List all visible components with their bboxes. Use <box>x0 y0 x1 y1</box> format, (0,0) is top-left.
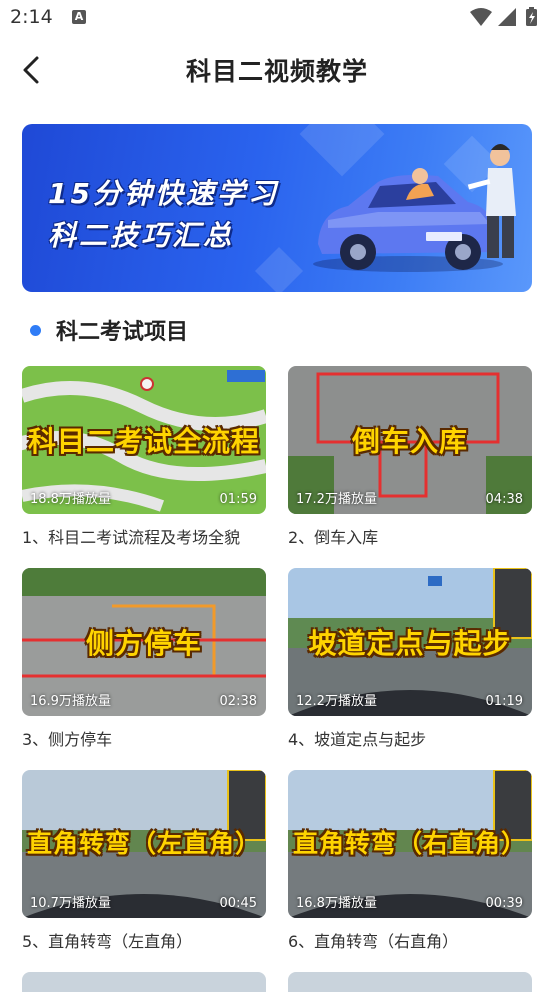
thumbnail-caption: 倒车入库 <box>351 425 468 458</box>
video-duration: 00:39 <box>485 896 523 911</box>
video-thumbnail[interactable]: 侧方停车 16.9万播放量 02:38 <box>22 568 266 716</box>
car-illustration <box>313 144 516 272</box>
thumbnail-caption: 侧方停车 <box>85 627 202 660</box>
signal-icon <box>498 8 516 26</box>
video-title[interactable]: 1、科目二考试流程及考场全貌 <box>22 524 266 548</box>
thumbnail-caption: 科目二考试全流程 <box>27 425 260 458</box>
video-thumbnail[interactable]: 坡道定点与起步 12.2万播放量 01:19 <box>288 568 532 716</box>
notification-icon: A <box>72 10 86 24</box>
video-duration: 01:59 <box>219 492 257 507</box>
view-count: 17.2万播放量 <box>296 492 377 507</box>
thumbnail-caption: 坡道定点与起步 <box>308 627 512 660</box>
video-title[interactable]: 4、坡道定点与起步 <box>288 726 532 750</box>
view-count: 16.8万播放量 <box>296 896 377 911</box>
video-card[interactable]: 侧方停车 16.9万播放量 02:38 3、侧方停车 <box>22 568 266 750</box>
video-card[interactable]: 直角转弯（右直角） 16.8万播放量 00:39 6、直角转弯（右直角） <box>288 770 532 952</box>
video-title[interactable]: 6、直角转弯（右直角） <box>288 928 532 952</box>
promo-banner[interactable]: 15分钟快速学习 科二技巧汇总 <box>22 124 532 292</box>
bullet-dot-icon <box>30 325 41 336</box>
video-title[interactable]: 2、倒车入库 <box>288 524 532 548</box>
video-title[interactable]: 3、侧方停车 <box>22 726 266 750</box>
status-time: 2:14 <box>10 6 53 28</box>
status-icons <box>468 6 544 32</box>
video-duration: 04:38 <box>485 492 523 507</box>
video-card[interactable]: 坡道定点与起步 12.2万播放量 01:19 4、坡道定点与起步 <box>288 568 532 750</box>
video-title[interactable]: 5、直角转弯（左直角） <box>22 928 266 952</box>
video-duration: 01:19 <box>485 694 523 709</box>
video-card[interactable]: 科目二考试全流程 18.8万播放量 01:59 1、科目二考试流程及考场全貌 <box>22 366 266 548</box>
battery-icon <box>526 7 537 26</box>
banner-line-1: 15分钟快速学习 <box>48 177 279 210</box>
wifi-icon <box>470 8 492 26</box>
video-card[interactable]: 直角转弯（左直角） 10.7万播放量 00:45 5、直角转弯（左直角） <box>22 770 266 952</box>
video-thumbnail[interactable]: 倒车入库 17.2万播放量 04:38 <box>288 366 532 514</box>
thumbnail-caption: 直角转弯（右直角） <box>292 829 527 858</box>
view-count: 16.9万播放量 <box>30 694 111 709</box>
page-title: 科目二视频教学 <box>185 57 368 86</box>
video-thumbnail-partial[interactable] <box>22 972 266 992</box>
video-thumbnail-partial[interactable] <box>288 972 532 992</box>
view-count: 10.7万播放量 <box>30 896 111 911</box>
status-bar: 2:14 A <box>0 0 554 36</box>
thumbnail-caption: 直角转弯（左直角） <box>26 829 261 858</box>
video-card[interactable]: 倒车入库 17.2万播放量 04:38 2、倒车入库 <box>288 366 532 548</box>
header: 科目二视频教学 <box>0 40 554 98</box>
video-duration: 00:45 <box>219 896 257 911</box>
view-count: 12.2万播放量 <box>296 694 377 709</box>
video-thumbnail[interactable]: 直角转弯（右直角） 16.8万播放量 00:39 <box>288 770 532 918</box>
video-thumbnail[interactable]: 科目二考试全流程 18.8万播放量 01:59 <box>22 366 266 514</box>
banner-line-2: 科二技巧汇总 <box>48 219 235 252</box>
section-title: 科二考试项目 <box>56 320 189 345</box>
video-thumbnail[interactable]: 直角转弯（左直角） 10.7万播放量 00:45 <box>22 770 266 918</box>
view-count: 18.8万播放量 <box>30 492 111 507</box>
video-duration: 02:38 <box>219 694 257 709</box>
